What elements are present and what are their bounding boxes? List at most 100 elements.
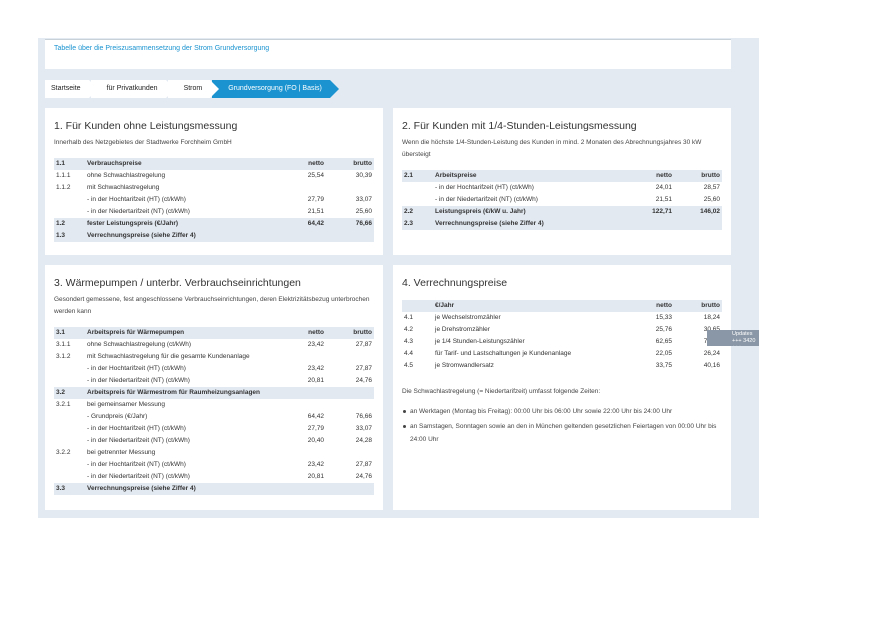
brutto-value: [326, 387, 374, 399]
brutto-value: [326, 447, 374, 459]
row-number: 3.2: [54, 387, 87, 399]
brutto-value: [674, 218, 722, 230]
table-row: - in der Niedertarifzeit (NT) (ct/kWh) 20…: [54, 471, 374, 483]
row-number: [54, 411, 87, 423]
brutto-value: 33,07: [355, 196, 372, 203]
price-table: 3.1 Arbeitspreis für Wärmepumpen netto brut…: [54, 327, 374, 495]
row-label: je Drehstromzähler: [435, 326, 490, 333]
table-row: 4.4 für Tarif- und Lastschaltungen je Kun…: [402, 348, 722, 360]
schwachlast-note: Die Schwachlastregelung (= Niedertarifze…: [402, 388, 601, 395]
brutto-value: [326, 351, 374, 363]
netto-value: netto: [290, 327, 326, 339]
row-number: 4.1: [404, 314, 414, 321]
netto-value: [290, 399, 326, 411]
row-label: mit Schwachlastregelung für die gesamte …: [87, 353, 250, 360]
panel-waermepumpen: 3. Wärmepumpen / unterbr. Verbrauchseinr…: [45, 265, 383, 510]
brutto-value: 33,07: [355, 425, 372, 432]
row-label: bei getrennter Messung: [87, 449, 156, 456]
panel-subtitle: Wenn die höchste 1/4-Stunden-Leistung de…: [402, 139, 702, 158]
netto-value: netto: [638, 170, 674, 182]
table-row: 2.2 Leistungspreis (€/kW u. Jahr) 122,71 14…: [402, 206, 722, 218]
brutto-value: [326, 483, 374, 495]
breadcrumb-startseite[interactable]: Startseite: [45, 80, 98, 98]
row-label: für Tarif- und Lastschaltungen je Kunden…: [435, 350, 572, 357]
table-row: 3.1.1 ohne Schwachlastregelung (ct/kWh) 23…: [54, 339, 374, 351]
row-label: Arbeitspreis für Wärmepumpen: [87, 327, 290, 339]
netto-value: 64,42: [290, 218, 326, 230]
row-number: [402, 300, 435, 312]
panel-leistungsmessung: 2. Für Kunden mit 1/4-Stunden-Leistungsm…: [393, 108, 731, 255]
netto-value: 20,81: [307, 473, 324, 480]
netto-value: 64,42: [307, 413, 324, 420]
netto-value: 33,75: [655, 362, 672, 369]
netto-value: 25,76: [655, 326, 672, 333]
row-label: - in der Hochtarifzeit (HT) (ct/kWh): [87, 425, 186, 432]
table-row: 3.1.2 mit Schwachlastregelung für die ges…: [54, 351, 374, 363]
netto-value: [290, 483, 326, 495]
row-label: - in der Hochtarifzeit (HT) (ct/kWh): [87, 365, 186, 372]
table-row: 1.3 Verrechnungspreise (siehe Ziffer 4): [54, 230, 374, 242]
price-table: 2.1 Arbeitspreise netto brutto - in der Hoch…: [402, 170, 722, 230]
brutto-value: 28,57: [703, 184, 720, 191]
row-number: 3.3: [54, 483, 87, 495]
row-label: - in der Niedertarifzeit (NT) (ct/kWh): [87, 473, 190, 480]
brutto-value: 27,87: [355, 341, 372, 348]
netto-value: 62,65: [655, 338, 672, 345]
brutto-value: brutto: [326, 327, 374, 339]
table-row: 3.2 Arbeitspreis für Wärmestrom für Raumh…: [54, 387, 374, 399]
row-label: - in der Niedertarifzeit (NT) (ct/kWh): [87, 377, 190, 384]
brutto-value: 25,60: [355, 208, 372, 215]
panel-subtitle: Gesondert gemessene, fest angeschlossene…: [54, 296, 370, 315]
netto-value: 20,81: [307, 377, 324, 384]
row-number: 2.1: [402, 170, 435, 182]
brutto-value: 76,66: [355, 413, 372, 420]
table-row: - Grundpreis (€/Jahr) 64,42 76,66: [54, 411, 374, 423]
row-label: - in der Hochtarifzeit (HT) (ct/kWh): [87, 196, 186, 203]
row-number: [402, 194, 435, 206]
netto-value: 27,79: [307, 425, 324, 432]
table-row: - in der Niedertarifzeit (NT) (ct/kWh) 20…: [54, 435, 374, 447]
netto-value: 122,71: [638, 206, 674, 218]
brutto-value: [326, 182, 374, 194]
table-row: - in der Niedertarifzeit (NT) (ct/kWh) 21…: [402, 194, 722, 206]
row-number: 1.1.2: [56, 184, 71, 191]
table-row: - in der Hochtarifzeit (HT) (ct/kWh) 23,4…: [54, 363, 374, 375]
row-number: 3.2.2: [56, 449, 71, 456]
netto-value: 15,33: [655, 314, 672, 321]
table-row: 4.3je 1/4 Stunden-Leistungszähler62,6574…: [402, 336, 722, 348]
row-number: 4.5: [404, 362, 414, 369]
row-number: 1.1.1: [56, 172, 71, 179]
row-number: [402, 182, 435, 194]
breadcrumb-privatkunden[interactable]: für Privatkunden: [90, 80, 175, 98]
netto-value: 24,01: [655, 184, 672, 191]
row-number: 3.1.1: [56, 341, 71, 348]
header-box: Tabelle über die Preiszusammensetzung de…: [45, 39, 731, 69]
table-row: 1.2 fester Leistungspreis (€/Jahr) 64,42 76…: [54, 218, 374, 230]
brutto-value: 26,24: [703, 350, 720, 357]
row-number: [54, 471, 87, 483]
panel-title: 2. Für Kunden mit 1/4-Stunden-Leistungsm…: [402, 120, 637, 132]
row-number: 3.1.2: [56, 353, 71, 360]
row-label: - in der Niedertarifzeit (NT) (ct/kWh): [435, 196, 538, 203]
row-label: Arbeitspreis für Wärmestrom für Raumheiz…: [87, 387, 290, 399]
row-label: je 1/4 Stunden-Leistungszähler: [435, 338, 525, 345]
netto-value: 27,79: [307, 196, 324, 203]
table-row: 4.5 je Stromwandlersatz 33,75 40,16: [402, 360, 722, 372]
row-number: [54, 206, 87, 218]
updates-ticker[interactable]: Updates +++ 3420 +++: [707, 330, 759, 346]
row-number: [54, 435, 87, 447]
row-number: 4.3: [404, 338, 414, 345]
row-label: Verrechnungspreise (siehe Ziffer 4): [87, 483, 290, 495]
netto-value: [290, 182, 326, 194]
list-item: an Samstagen, Sonntagen sowie an den in …: [402, 420, 720, 446]
ticker-text: +++ 3420 +++: [732, 338, 756, 346]
row-label: Verrechnungspreise (siehe Ziffer 4): [435, 218, 638, 230]
row-number: 3.1: [54, 327, 87, 339]
table-row: 4.1 je Wechselstromzähler 15,33 18,24: [402, 312, 722, 324]
brutto-value: 24,76: [355, 377, 372, 384]
brutto-value: brutto: [326, 158, 374, 170]
netto-value: 23,42: [307, 341, 324, 348]
table-link[interactable]: Tabelle über die Preiszusammensetzung de…: [54, 45, 269, 52]
netto-value: netto: [638, 300, 674, 312]
row-label: - in der Niedertarifzeit (NT) (ct/kWh): [87, 437, 190, 444]
